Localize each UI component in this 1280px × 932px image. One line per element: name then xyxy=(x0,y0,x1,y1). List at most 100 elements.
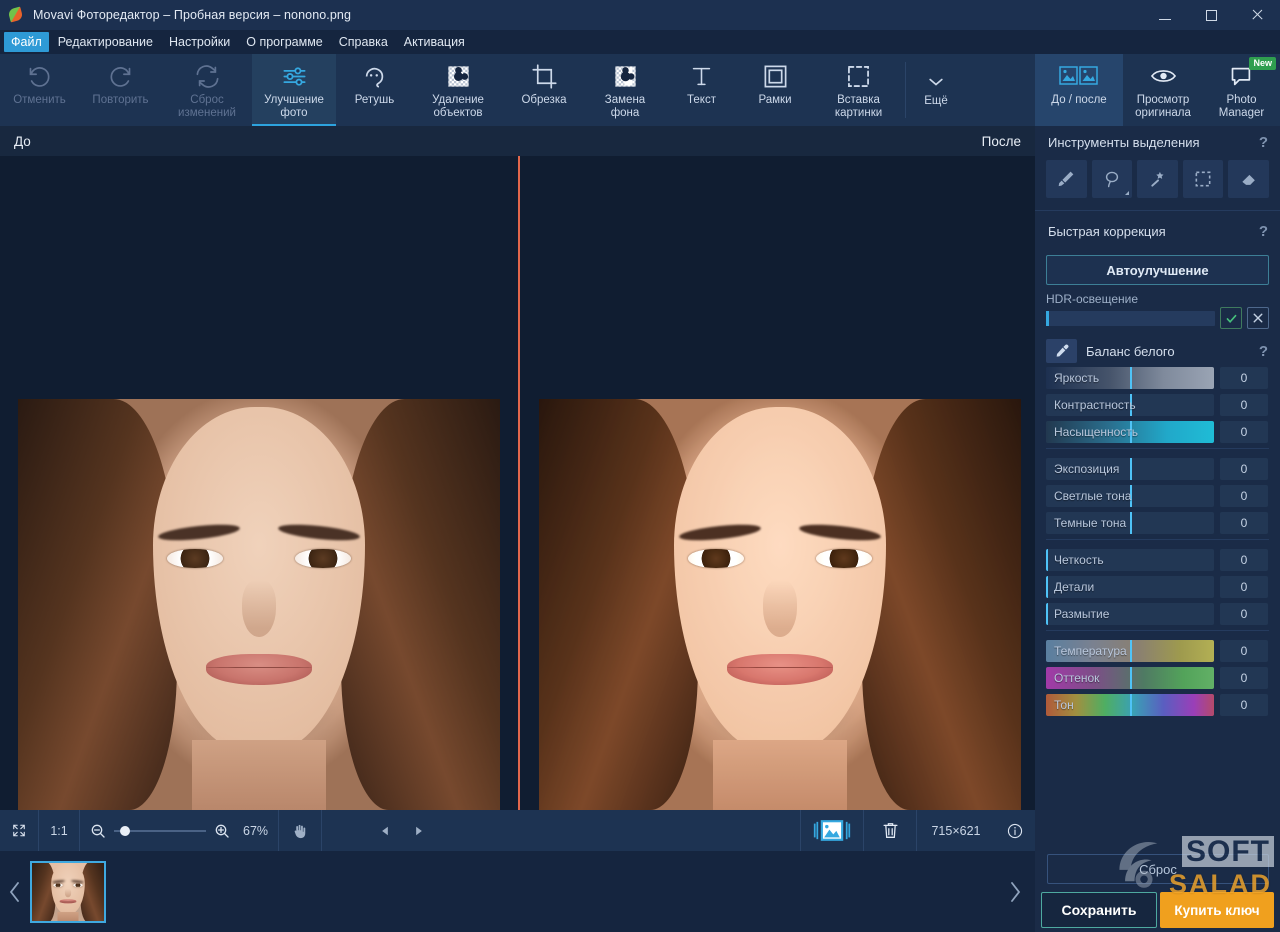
slider-tint[interactable]: Оттенок 0 xyxy=(1035,667,1280,689)
before-after-split-handle[interactable] xyxy=(518,156,520,810)
previous-image-button[interactable] xyxy=(368,810,402,851)
save-button[interactable]: Сохранить xyxy=(1041,892,1157,928)
lasso-submenu-arrow-icon[interactable] xyxy=(1125,191,1129,195)
maximize-button[interactable] xyxy=(1188,0,1234,30)
slider-sharpness[interactable]: Четкость 0 xyxy=(1035,549,1280,571)
selection-tools-help-icon[interactable]: ? xyxy=(1259,134,1268,151)
hdr-cancel-button[interactable] xyxy=(1247,307,1269,329)
slider-details-value[interactable]: 0 xyxy=(1220,576,1268,598)
slider-blur-track[interactable]: Размытие xyxy=(1046,603,1214,625)
slider-saturation[interactable]: Насыщенность 0 xyxy=(1035,421,1280,443)
menu-item-file[interactable]: Файл xyxy=(4,32,49,52)
slider-sharpness-value[interactable]: 0 xyxy=(1220,549,1268,571)
menu-item-about[interactable]: О программе xyxy=(239,32,329,52)
slider-hue[interactable]: Тон 0 xyxy=(1035,694,1280,716)
hdr-lighting-row xyxy=(1035,307,1280,329)
filmstrip-prev-button[interactable] xyxy=(0,851,28,932)
slider-exposure[interactable]: Экспозиция 0 xyxy=(1035,458,1280,480)
toolbar-text[interactable]: Текст xyxy=(665,54,738,126)
toolbar-frames[interactable]: Рамки xyxy=(738,54,812,126)
slider-details-track[interactable]: Детали xyxy=(1046,576,1214,598)
toolbar-view-original[interactable]: Просмотр оригинала xyxy=(1123,54,1203,126)
slider-temperature[interactable]: Температура 0 xyxy=(1035,640,1280,662)
image-canvas[interactable]: До После xyxy=(0,126,1035,810)
filmstrip-toggle-button[interactable] xyxy=(801,810,863,851)
toolbar-before-after[interactable]: До / после xyxy=(1035,54,1123,126)
menu-item-activation[interactable]: Активация xyxy=(397,32,472,52)
slider-contrast-track[interactable]: Контрастность xyxy=(1046,394,1214,416)
slider-blur-value[interactable]: 0 xyxy=(1220,603,1268,625)
toolbar-photo-enhance[interactable]: Улучшение фото xyxy=(252,54,336,126)
slider-contrast-value[interactable]: 0 xyxy=(1220,394,1268,416)
zoom-slider[interactable] xyxy=(114,830,206,832)
slider-hue-value[interactable]: 0 xyxy=(1220,694,1268,716)
toolbar-more[interactable]: Ещё xyxy=(906,54,966,126)
slider-temperature-track[interactable]: Температура xyxy=(1046,640,1214,662)
slider-tint-track[interactable]: Оттенок xyxy=(1046,667,1214,689)
next-image-button[interactable] xyxy=(402,810,436,851)
menu-item-edit[interactable]: Редактирование xyxy=(51,32,160,52)
toolbar-crop[interactable]: Обрезка xyxy=(503,54,585,126)
slider-highlights[interactable]: Светлые тона 0 xyxy=(1035,485,1280,507)
toolbar-redo[interactable]: Повторить xyxy=(79,54,162,126)
magic-wand-tool[interactable] xyxy=(1137,160,1178,198)
hdr-apply-button[interactable] xyxy=(1220,307,1242,329)
sliders-icon xyxy=(281,61,308,91)
toolbar-insert-picture[interactable]: Вставка картинки xyxy=(812,54,905,126)
slider-saturation-value[interactable]: 0 xyxy=(1220,421,1268,443)
slider-highlights-value[interactable]: 0 xyxy=(1220,485,1268,507)
slider-highlights-track[interactable]: Светлые тона xyxy=(1046,485,1214,507)
toolbar-retouch[interactable]: Ретушь xyxy=(336,54,413,126)
slider-tint-value[interactable]: 0 xyxy=(1220,667,1268,689)
hand-tool-button[interactable] xyxy=(279,810,321,851)
slider-shadows-track[interactable]: Темные тона xyxy=(1046,512,1214,534)
white-balance-help-icon[interactable]: ? xyxy=(1259,343,1268,360)
slider-saturation-track[interactable]: Насыщенность xyxy=(1046,421,1214,443)
menu-item-help[interactable]: Справка xyxy=(332,32,395,52)
eraser-tool[interactable] xyxy=(1228,160,1269,198)
minimize-button[interactable] xyxy=(1142,0,1188,30)
toolbar-background-change[interactable]: Замена фона xyxy=(585,54,665,126)
toolbar-reset-changes[interactable]: Сброс изменений xyxy=(162,54,252,126)
slider-blur[interactable]: Размытие 0 xyxy=(1035,603,1280,625)
slider-brightness[interactable]: Яркость 0 xyxy=(1035,367,1280,389)
slider-contrast[interactable]: Контрастность 0 xyxy=(1035,394,1280,416)
slider-exposure-value[interactable]: 0 xyxy=(1220,458,1268,480)
fit-to-screen-button[interactable] xyxy=(0,810,38,851)
check-icon xyxy=(1225,312,1238,325)
hdr-lighting-slider[interactable] xyxy=(1046,311,1215,326)
zoom-out-icon[interactable] xyxy=(90,823,106,839)
toolbar-object-removal[interactable]: Удаление объектов xyxy=(413,54,503,126)
slider-shadows-value[interactable]: 0 xyxy=(1220,512,1268,534)
white-balance-eyedropper-button[interactable] xyxy=(1046,339,1077,363)
slider-details[interactable]: Детали 0 xyxy=(1035,576,1280,598)
brush-selection-tool[interactable] xyxy=(1046,160,1087,198)
lasso-selection-tool[interactable] xyxy=(1092,160,1133,198)
actual-size-button[interactable]: 1:1 xyxy=(39,810,79,851)
slider-hue-track[interactable]: Тон xyxy=(1046,694,1214,716)
slider-shadows[interactable]: Темные тона 0 xyxy=(1035,512,1280,534)
quick-correction-help-icon[interactable]: ? xyxy=(1259,223,1268,240)
image-info-button[interactable] xyxy=(995,810,1035,851)
zoom-in-icon[interactable] xyxy=(214,823,230,839)
zoom-control[interactable]: 67% xyxy=(80,810,278,851)
toolbar-undo[interactable]: Отменить xyxy=(0,54,79,126)
reset-button[interactable]: Сброс xyxy=(1047,854,1269,884)
auto-enhance-button[interactable]: Автоулучшение xyxy=(1046,255,1269,285)
toolbar-photo-manager[interactable]: New Photo Manager xyxy=(1203,54,1280,126)
slider-exposure-track[interactable]: Экспозиция xyxy=(1046,458,1214,480)
slider-brightness-track[interactable]: Яркость xyxy=(1046,367,1214,389)
after-image xyxy=(539,399,1021,810)
slider-brightness-value[interactable]: 0 xyxy=(1220,367,1268,389)
rectangle-selection-tool[interactable] xyxy=(1183,160,1224,198)
filmstrip-thumbnail-0[interactable] xyxy=(30,861,106,923)
delete-image-button[interactable] xyxy=(864,810,916,851)
close-button[interactable] xyxy=(1234,0,1280,30)
slider-temperature-value[interactable]: 0 xyxy=(1220,640,1268,662)
menu-item-settings[interactable]: Настройки xyxy=(162,32,237,52)
filmstrip-next-button[interactable] xyxy=(1001,851,1029,932)
eraser-icon xyxy=(1239,169,1259,189)
zoom-slider-knob[interactable] xyxy=(120,826,130,836)
buy-key-button[interactable]: Купить ключ xyxy=(1160,892,1274,928)
slider-sharpness-track[interactable]: Четкость xyxy=(1046,549,1214,571)
